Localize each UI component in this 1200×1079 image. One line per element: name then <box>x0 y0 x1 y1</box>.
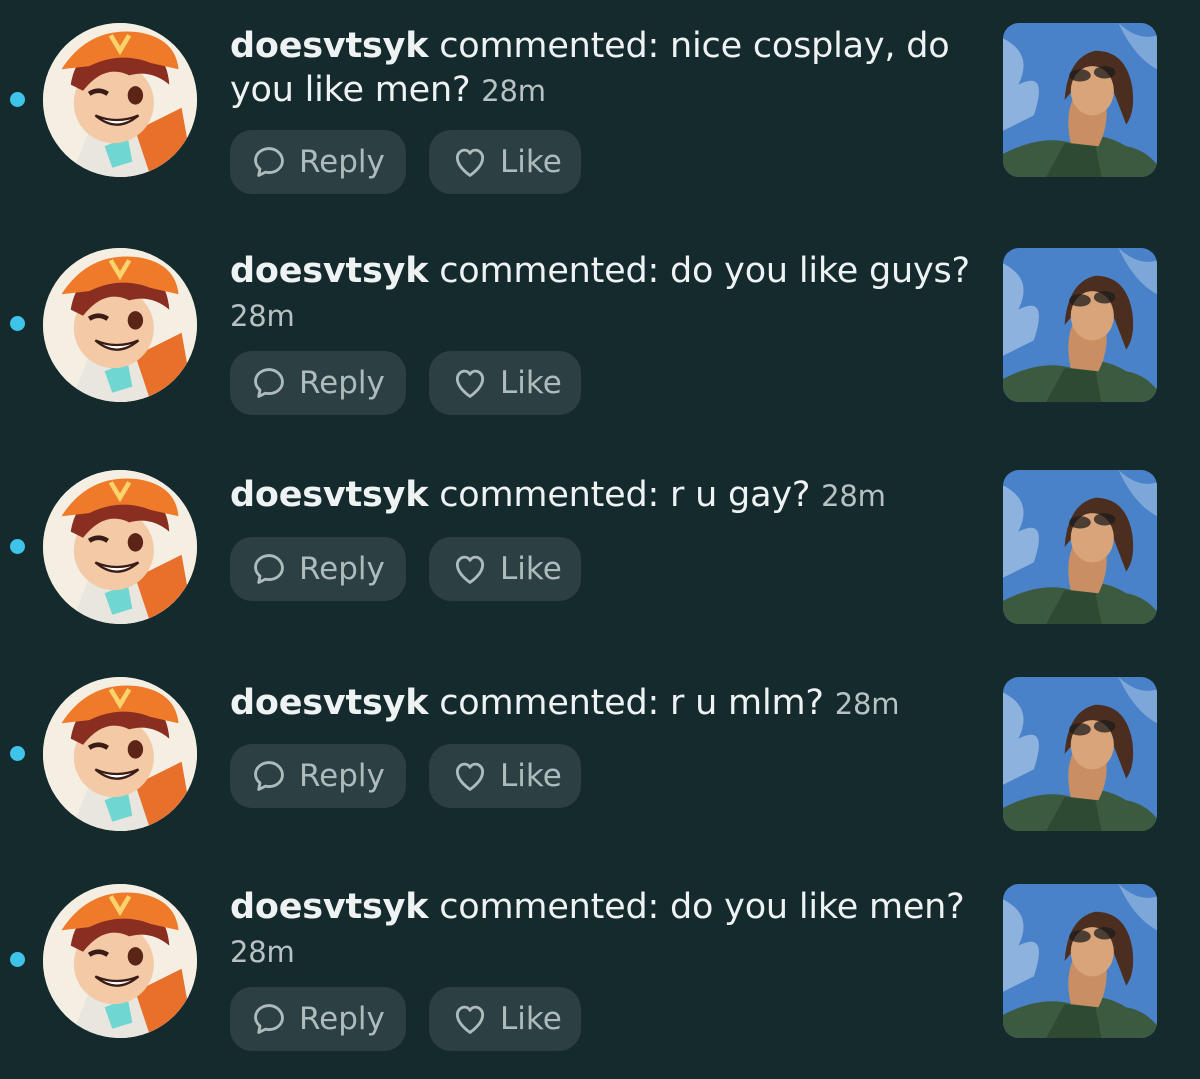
selfie-photo-image <box>1003 248 1157 402</box>
post-thumbnail[interactable] <box>1003 470 1157 624</box>
timestamp: 28m <box>230 935 295 969</box>
unread-dot-icon <box>10 316 25 331</box>
heart-icon <box>451 757 489 795</box>
speech-bubble-icon <box>250 757 288 795</box>
anime-avatar-image <box>43 884 197 1038</box>
post-thumbnail[interactable] <box>1003 248 1157 402</box>
like-label: Like <box>500 1001 562 1037</box>
post-thumbnail[interactable] <box>1003 884 1157 1038</box>
commenter-username[interactable]: doesvtsyk <box>230 26 429 66</box>
unread-dot-icon <box>10 539 25 554</box>
reply-label: Reply <box>299 551 385 587</box>
heart-icon <box>451 143 489 181</box>
anime-avatar-image <box>43 470 197 624</box>
anime-avatar-image <box>43 248 197 402</box>
notification-text: doesvtsyk commented: r u mlm? 28m <box>230 681 980 726</box>
post-thumbnail[interactable] <box>1003 23 1157 177</box>
like-label: Like <box>500 551 562 587</box>
commenter-avatar[interactable] <box>43 677 197 831</box>
notification-text: doesvtsyk commented: do you like guys? 2… <box>230 249 980 338</box>
notification-action: commented: <box>428 251 671 291</box>
notification-action: commented: <box>428 887 671 927</box>
comment-text: r u mlm? <box>670 683 824 723</box>
like-label: Like <box>500 144 562 180</box>
unread-dot-icon <box>10 92 25 107</box>
anime-avatar-image <box>43 677 197 831</box>
commenter-username[interactable]: doesvtsyk <box>230 251 429 291</box>
selfie-photo-image <box>1003 884 1157 1038</box>
timestamp: 28m <box>834 687 900 721</box>
reply-label: Reply <box>299 1001 385 1037</box>
comment-text: r u gay? <box>670 475 811 515</box>
reply-button[interactable]: Reply <box>230 537 406 601</box>
commenter-username[interactable]: doesvtsyk <box>230 683 429 723</box>
like-button[interactable]: Like <box>429 351 581 415</box>
timestamp: 28m <box>821 479 886 513</box>
timestamp: 28m <box>481 74 546 108</box>
notification-action: commented: <box>428 26 671 66</box>
unread-dot-icon <box>10 746 25 761</box>
selfie-photo-image <box>1003 470 1157 624</box>
commenter-avatar[interactable] <box>43 23 197 177</box>
like-button[interactable]: Like <box>429 987 581 1051</box>
speech-bubble-icon <box>250 1000 288 1038</box>
heart-icon <box>451 550 489 588</box>
notification-text: doesvtsyk commented: r u gay? 28m <box>230 473 980 518</box>
speech-bubble-icon <box>250 143 288 181</box>
comment-text: do you like guys? <box>670 251 970 291</box>
notification-text: doesvtsyk commented: nice cosplay, do yo… <box>230 24 980 113</box>
like-button[interactable]: Like <box>429 537 581 601</box>
notification-list: doesvtsyk commented: nice cosplay, do yo… <box>0 0 1200 1079</box>
like-label: Like <box>500 365 562 401</box>
reply-label: Reply <box>299 758 385 794</box>
reply-button[interactable]: Reply <box>230 987 406 1051</box>
reply-button[interactable]: Reply <box>230 744 406 808</box>
commenter-avatar[interactable] <box>43 248 197 402</box>
reply-label: Reply <box>299 144 385 180</box>
commenter-avatar[interactable] <box>43 884 197 1038</box>
selfie-photo-image <box>1003 677 1157 831</box>
timestamp: 28m <box>230 299 295 333</box>
reply-button[interactable]: Reply <box>230 130 406 194</box>
reply-label: Reply <box>299 365 385 401</box>
commenter-username[interactable]: doesvtsyk <box>230 887 429 927</box>
notification-action: commented: <box>428 683 671 723</box>
heart-icon <box>451 1000 489 1038</box>
post-thumbnail[interactable] <box>1003 677 1157 831</box>
like-button[interactable]: Like <box>429 744 581 808</box>
unread-dot-icon <box>10 952 25 967</box>
notification-text: doesvtsyk commented: do you like men? 28… <box>230 885 980 974</box>
speech-bubble-icon <box>250 364 288 402</box>
speech-bubble-icon <box>250 550 288 588</box>
like-label: Like <box>500 758 562 794</box>
comment-text: do you like men? <box>670 887 965 927</box>
reply-button[interactable]: Reply <box>230 351 406 415</box>
commenter-username[interactable]: doesvtsyk <box>230 475 429 515</box>
notification-action: commented: <box>428 475 671 515</box>
anime-avatar-image <box>43 23 197 177</box>
selfie-photo-image <box>1003 23 1157 177</box>
commenter-avatar[interactable] <box>43 470 197 624</box>
like-button[interactable]: Like <box>429 130 581 194</box>
heart-icon <box>451 364 489 402</box>
